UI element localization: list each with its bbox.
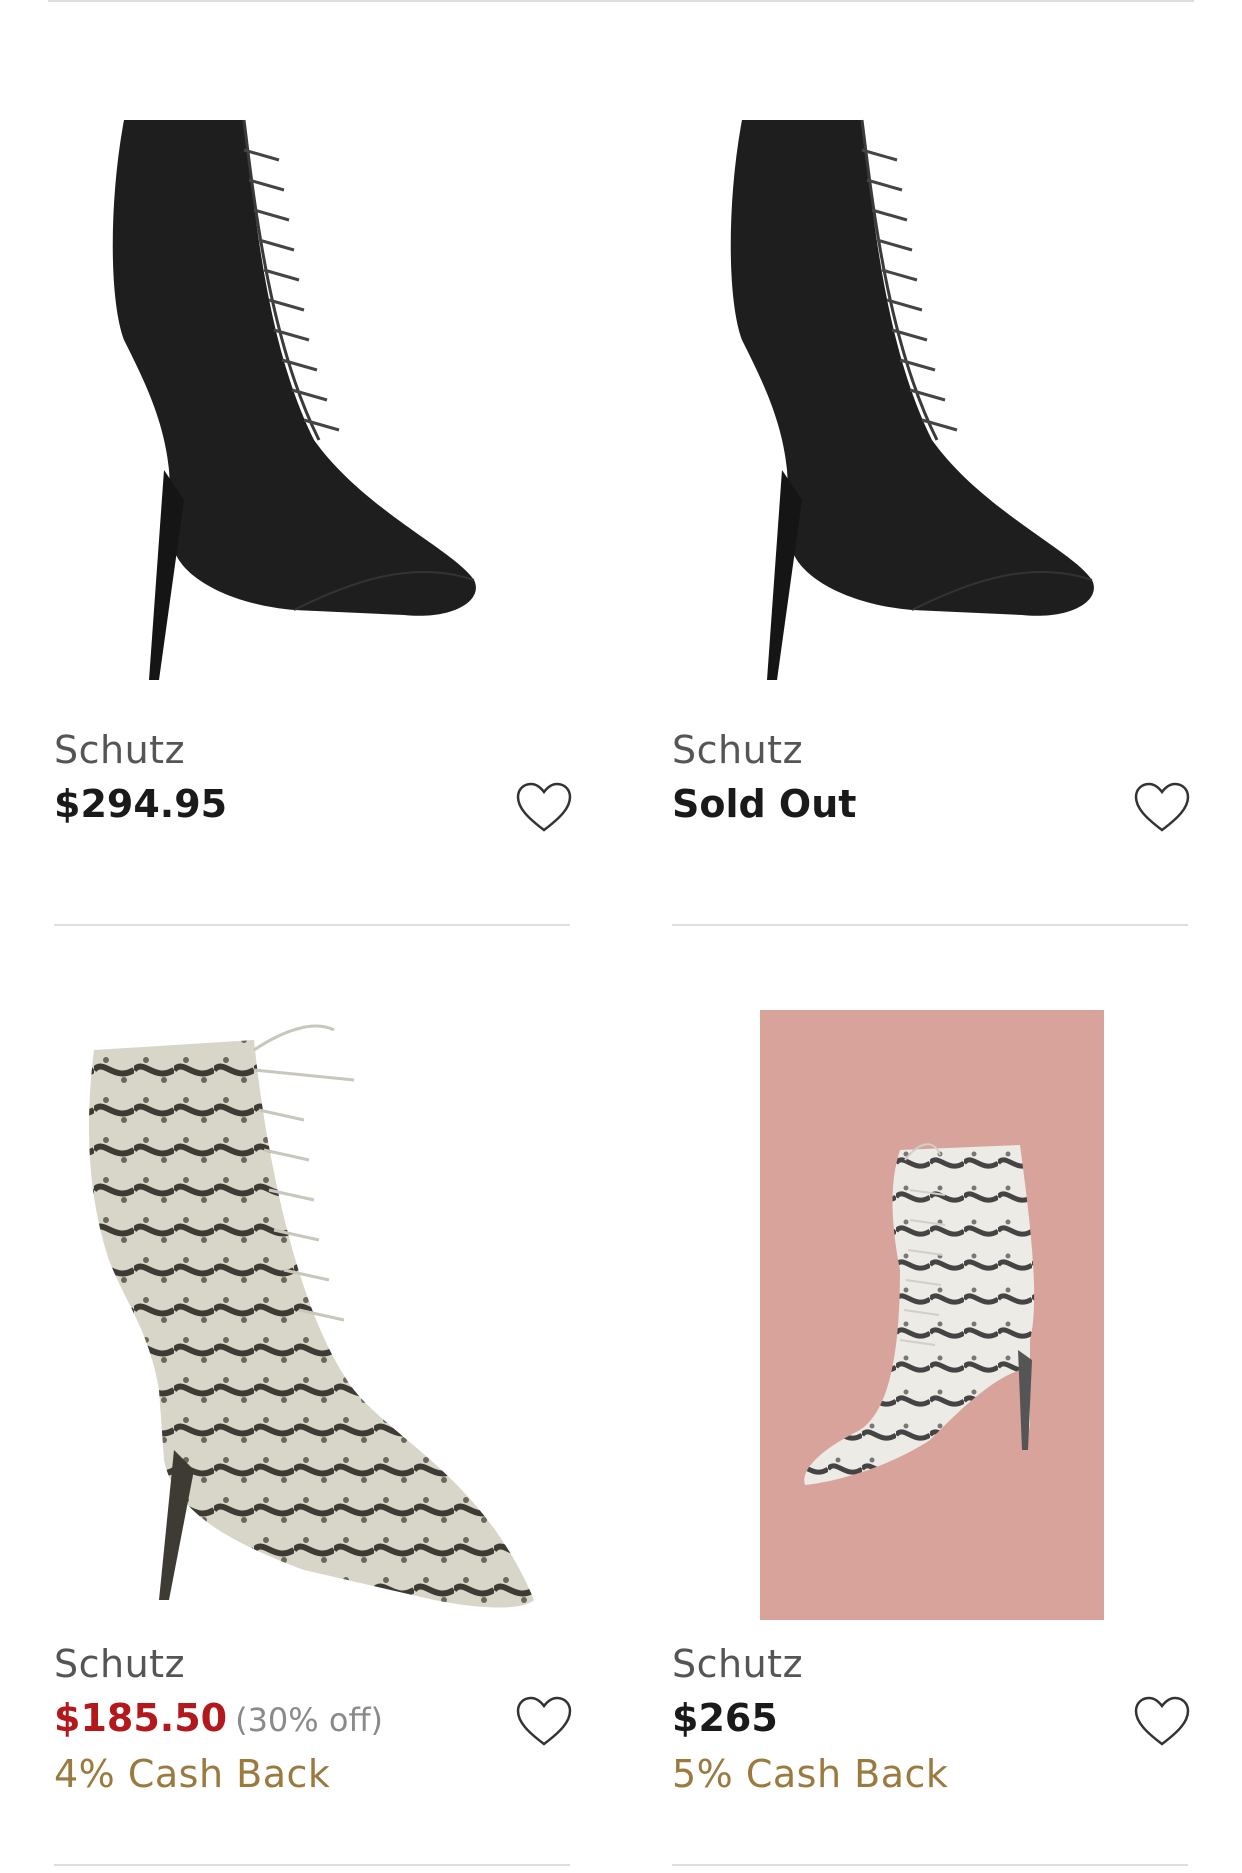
product-brand: Schutz	[54, 1642, 186, 1686]
product-brand: Schutz	[672, 728, 804, 772]
product-price: $294.95	[54, 782, 228, 826]
product-brand: Schutz	[54, 728, 186, 772]
product-image[interactable]	[760, 1010, 1104, 1620]
product-card[interactable]: Schutz $185.50 (30% off) 4% Cash Back	[54, 1010, 574, 1870]
cashback-text: 4% Cash Back	[54, 1752, 331, 1796]
product-card[interactable]: Schutz $294.95	[54, 60, 574, 920]
product-card[interactable]: Schutz $265 5% Cash Back	[672, 1010, 1192, 1870]
product-card[interactable]: Schutz Sold Out	[672, 60, 1192, 920]
row-divider	[672, 924, 1188, 926]
heart-outline-icon[interactable]	[514, 780, 574, 836]
row-divider	[672, 1864, 1188, 1866]
product-image[interactable]	[672, 80, 1192, 720]
product-price: Sold Out	[672, 782, 857, 826]
product-sale-price: $185.50 (30% off)	[54, 1696, 383, 1740]
heart-outline-icon[interactable]	[1132, 780, 1192, 836]
top-divider	[48, 0, 1194, 2]
product-image[interactable]	[54, 1010, 574, 1620]
row-divider	[54, 1864, 570, 1866]
cashback-text: 5% Cash Back	[672, 1752, 949, 1796]
heart-outline-icon[interactable]	[514, 1694, 574, 1750]
product-price: $265	[672, 1696, 778, 1740]
heart-outline-icon[interactable]	[1132, 1694, 1192, 1750]
row-divider	[54, 924, 570, 926]
product-image[interactable]	[54, 80, 574, 720]
sale-price-value: $185.50	[54, 1696, 228, 1740]
product-brand: Schutz	[672, 1642, 804, 1686]
discount-text: (30% off)	[235, 1701, 383, 1739]
